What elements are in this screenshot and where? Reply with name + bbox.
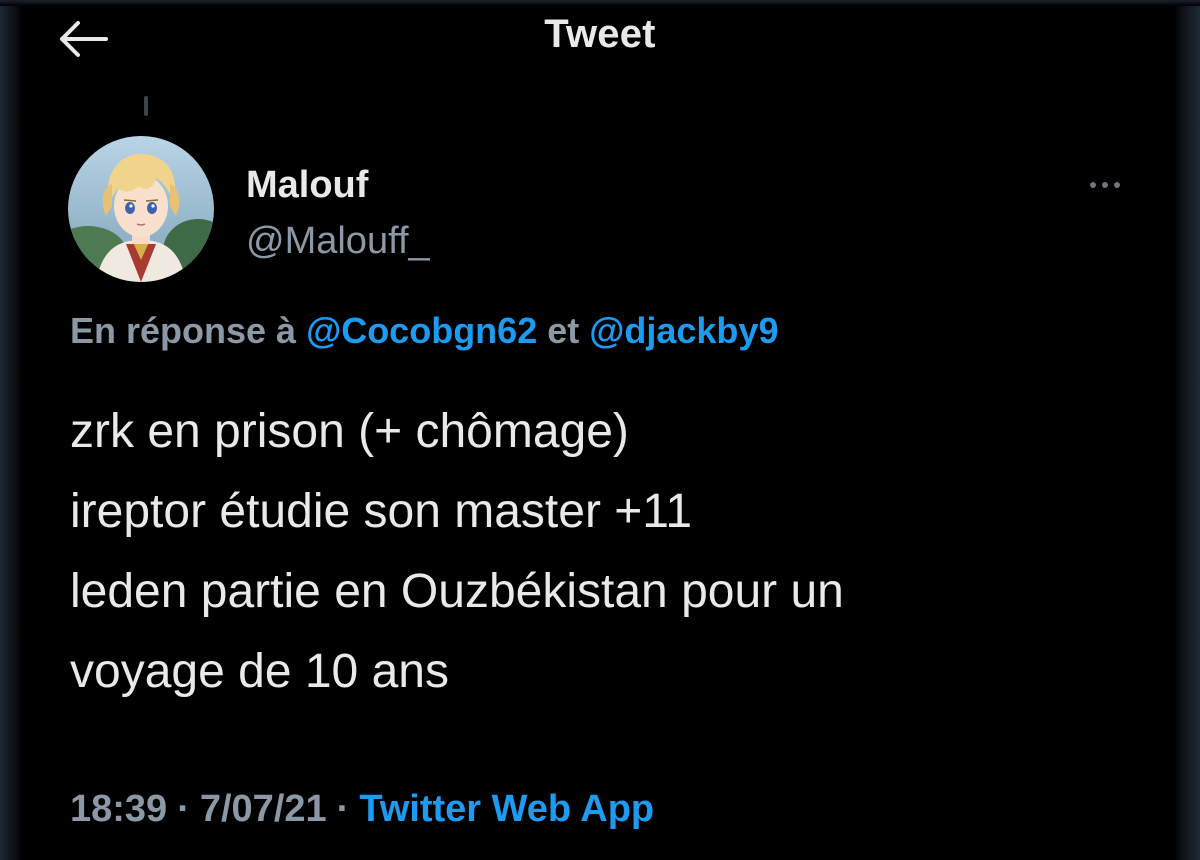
- frame-edge-left: [0, 0, 22, 860]
- more-dot: [1114, 182, 1120, 188]
- meta-separator: ·: [336, 788, 350, 830]
- tweet-text-line: zrk en prison (+ chômage): [70, 405, 629, 458]
- reply-context: En réponse à @Cocobgn62 et @djackby9: [70, 310, 778, 352]
- tweet-source-link[interactable]: Twitter Web App: [359, 788, 654, 830]
- header: Tweet: [0, 0, 1200, 80]
- tweet-time[interactable]: 18:39: [70, 788, 167, 830]
- thread-connector: [144, 96, 148, 116]
- mention-link-2[interactable]: @djackby9: [589, 310, 778, 351]
- meta-separator: ·: [177, 788, 190, 830]
- more-options-button[interactable]: [1082, 170, 1128, 200]
- author-handle[interactable]: @Malouff_: [246, 220, 430, 263]
- reply-connector: et: [547, 310, 580, 351]
- tweet-text-line: ireptor étudie son master +11: [70, 485, 693, 538]
- tweet-meta: 18:39 · 7/07/21 · Twitter Web App: [70, 788, 654, 831]
- tweet-screen: Tweet Malouf @Malouff_ En réponse à @Coc…: [0, 0, 1200, 860]
- tweet-text-line: voyage de 10 ans: [70, 645, 449, 698]
- author-name[interactable]: Malouf: [246, 164, 368, 207]
- more-dot: [1102, 182, 1108, 188]
- avatar[interactable]: [68, 136, 214, 282]
- page-title: Tweet: [544, 12, 656, 56]
- frame-edge-right: [1174, 0, 1200, 860]
- more-horizontal-icon: [1090, 182, 1096, 188]
- tweet-text: zrk en prison (+ chômage) ireptor étudie…: [70, 392, 1130, 712]
- anime-avatar: [68, 136, 214, 282]
- tweet-text-line: leden partie en Ouzbékistan pour un: [70, 565, 844, 618]
- reply-prefix: En réponse à: [70, 310, 297, 351]
- mention-link-1[interactable]: @Cocobgn62: [306, 310, 537, 351]
- tweet-date[interactable]: 7/07/21: [200, 788, 327, 830]
